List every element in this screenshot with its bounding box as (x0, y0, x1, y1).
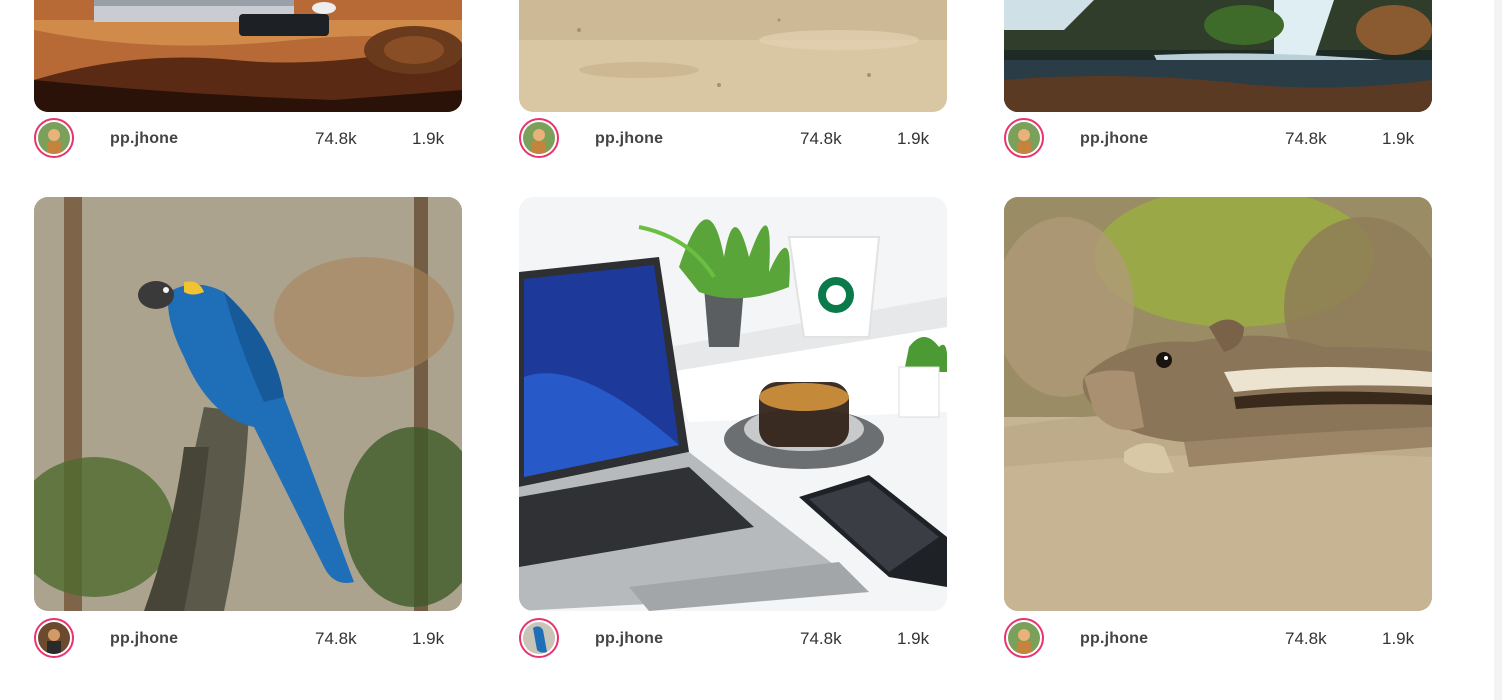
avatar[interactable] (519, 118, 559, 158)
post-meta: pp.jhone 74.8k 1.9k (34, 618, 462, 658)
views-count: 74.8k (800, 129, 842, 148)
post-image-waterfall[interactable] (1004, 0, 1432, 112)
likes-count: 1.9k (1382, 629, 1415, 648)
username[interactable]: pp.jhone (595, 130, 663, 148)
post-image-laptop-table[interactable] (34, 0, 462, 112)
post-image-sand[interactable] (519, 0, 947, 112)
post-meta: pp.jhone 74.8k 1.9k (519, 618, 947, 658)
post-meta: pp.jhone 74.8k 1.9k (519, 118, 947, 158)
avatar[interactable] (34, 118, 74, 158)
likes-count: 1.9k (1382, 129, 1415, 148)
page-scrollbar[interactable] (1494, 0, 1502, 700)
post-grid: pp.jhone 74.8k 1.9k pp.jhone 74.8k 1.9k (0, 0, 1502, 700)
likes-count: 1.9k (412, 629, 445, 648)
username[interactable]: pp.jhone (1080, 130, 1148, 148)
likes-count: 1.9k (897, 129, 930, 148)
avatar[interactable] (1004, 618, 1044, 658)
username[interactable]: pp.jhone (110, 130, 178, 148)
avatar[interactable] (1004, 118, 1044, 158)
likes-count: 1.9k (897, 629, 930, 648)
username[interactable]: pp.jhone (110, 630, 178, 648)
username[interactable]: pp.jhone (595, 630, 663, 648)
post-image-parrot[interactable] (34, 197, 462, 611)
views-count: 74.8k (1285, 629, 1327, 648)
post-meta: pp.jhone 74.8k 1.9k (34, 118, 462, 158)
post-meta: pp.jhone 74.8k 1.9k (1004, 618, 1432, 658)
post-image-workspace[interactable] (519, 197, 947, 611)
post-image-chipmunk[interactable] (1004, 197, 1432, 611)
views-count: 74.8k (315, 129, 357, 148)
username[interactable]: pp.jhone (1080, 630, 1148, 648)
views-count: 74.8k (315, 629, 357, 648)
views-count: 74.8k (1285, 129, 1327, 148)
post-meta: pp.jhone 74.8k 1.9k (1004, 118, 1432, 158)
avatar[interactable] (34, 618, 74, 658)
avatar[interactable] (519, 618, 559, 658)
views-count: 74.8k (800, 629, 842, 648)
likes-count: 1.9k (412, 129, 445, 148)
